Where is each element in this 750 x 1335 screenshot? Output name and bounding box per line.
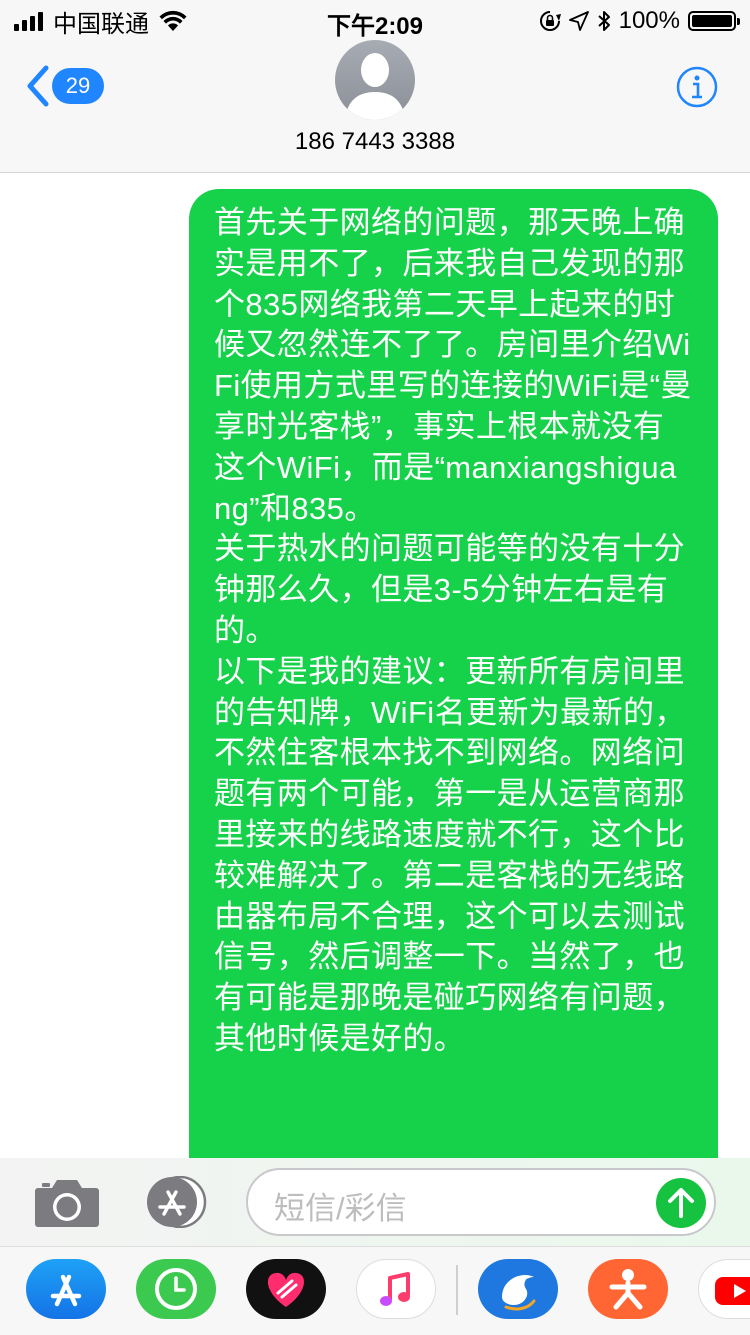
youtube-app-icon[interactable] [698,1259,750,1319]
avatar[interactable] [335,40,415,120]
rotation-lock-icon [539,11,561,31]
app-store-app-icon[interactable] [26,1259,106,1319]
sent-message-bubble[interactable]: 首先关于网络的问题，那天晚上确实是用不了，后来我自己发现的那个835网络我第二天… [189,189,718,1158]
dianping-app-icon[interactable] [588,1259,668,1319]
send-button[interactable] [656,1178,706,1228]
message-thread[interactable]: 首先关于网络的问题，那天晚上确实是用不了，后来我自己发现的那个835网络我第二天… [0,173,750,1158]
battery-icon [688,11,740,31]
info-icon[interactable] [676,66,718,108]
back-button[interactable]: 29 [22,64,104,108]
bluetooth-icon [597,11,610,31]
app-store-icon[interactable] [140,1176,210,1228]
arrow-up-icon [668,1188,694,1218]
compose-bar: 短信/彩信 [0,1158,750,1246]
imessage-app-drawer [0,1246,750,1335]
drawer-divider [456,1265,458,1315]
conversation-header: 29 186 7443 3388 [0,40,750,173]
music-app-icon[interactable] [356,1259,436,1319]
message-input[interactable]: 短信/彩信 [246,1168,716,1236]
location-icon [568,11,589,31]
status-bar: 中国联通 下午2:09 100% [0,0,750,40]
digital-touch-app-icon[interactable] [246,1259,326,1319]
ctrip-app-icon[interactable] [478,1259,558,1319]
unread-count-badge: 29 [52,68,104,104]
battery-percent: 100% [618,7,680,34]
clock-app-icon[interactable] [136,1259,216,1319]
status-right: 100% [539,6,740,36]
message-input-placeholder: 短信/彩信 [274,1191,407,1226]
person-icon [345,53,405,120]
camera-icon[interactable] [34,1176,100,1228]
contact-name[interactable]: 186 7443 3388 [0,128,750,156]
